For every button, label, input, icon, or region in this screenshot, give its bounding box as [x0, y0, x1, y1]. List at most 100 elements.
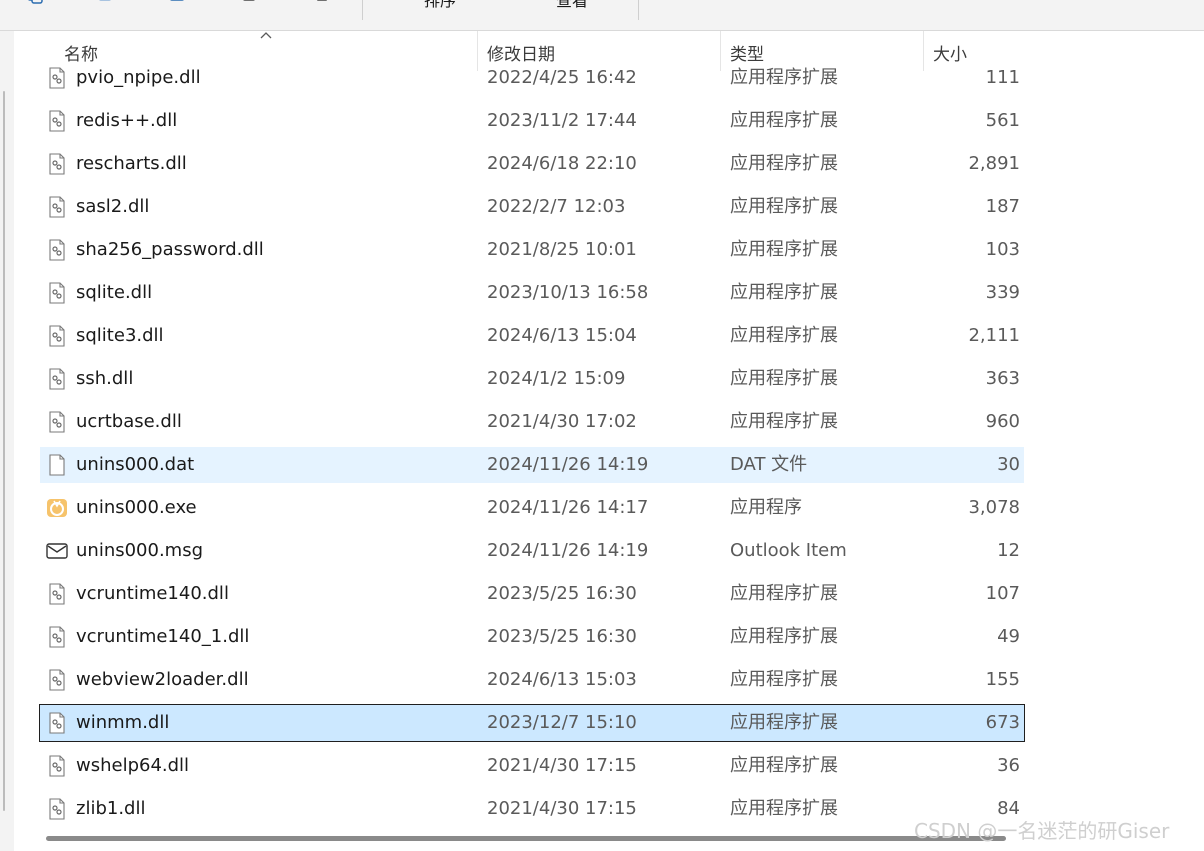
- sort-arrows-icon[interactable]: [392, 0, 410, 6]
- file-row[interactable]: ssh.dll 2024/1/2 15:09 应用程序扩展 363: [40, 361, 1024, 397]
- dll-file-icon: [46, 583, 68, 605]
- pane-splitter[interactable]: [3, 91, 5, 811]
- view-button[interactable]: 查看: [556, 0, 588, 10]
- file-row[interactable]: sasl2.dll 2022/2/7 12:03 应用程序扩展 187: [40, 189, 1024, 225]
- file-row[interactable]: wshelp64.dll 2021/4/30 17:15 应用程序扩展 36: [40, 748, 1024, 784]
- modified-date: 2023/5/25 16:30: [487, 583, 637, 604]
- file-name: sha256_password.dll: [76, 239, 264, 260]
- file-size: 84: [997, 798, 1020, 819]
- file-row[interactable]: zlib1.dll 2021/4/30 17:15 应用程序扩展 84: [40, 791, 1024, 827]
- file-size: 49: [997, 626, 1020, 647]
- rename-icon[interactable]: [168, 0, 186, 6]
- sort-ascending-icon: [260, 32, 272, 39]
- dll-file-icon: [46, 153, 68, 175]
- file-type: 应用程序: [730, 497, 802, 518]
- delete-icon[interactable]: [313, 0, 331, 6]
- file-size: 339: [985, 282, 1020, 303]
- file-name: vcruntime140_1.dll: [76, 626, 250, 647]
- share-icon[interactable]: [240, 0, 258, 6]
- modified-date: 2022/4/25 16:42: [487, 67, 637, 88]
- file-type: DAT 文件: [730, 454, 808, 475]
- file-row[interactable]: redis++.dll 2023/11/2 17:44 应用程序扩展 561: [40, 103, 1024, 139]
- modified-date: 2021/4/30 17:02: [487, 411, 637, 432]
- file-size: 3,078: [968, 497, 1020, 518]
- modified-date: 2023/10/13 16:58: [487, 282, 649, 303]
- file-size: 2,891: [968, 153, 1020, 174]
- file-row[interactable]: sqlite3.dll 2024/6/13 15:04 应用程序扩展 2,111: [40, 318, 1024, 354]
- dll-file-icon: [46, 110, 68, 132]
- file-row[interactable]: winmm.dll 2023/12/7 15:10 应用程序扩展 673: [39, 704, 1025, 742]
- file-row[interactable]: ucrtbase.dll 2021/4/30 17:02 应用程序扩展 960: [40, 404, 1024, 440]
- horizontal-scrollbar-thumb[interactable]: [46, 836, 1006, 841]
- modified-date: 2024/11/26 14:19: [487, 540, 649, 561]
- file-row[interactable]: vcruntime140_1.dll 2023/5/25 16:30 应用程序扩展 4…: [40, 619, 1024, 655]
- file-name: rescharts.dll: [76, 153, 187, 174]
- file-type: 应用程序扩展: [730, 325, 838, 346]
- file-type: 应用程序扩展: [730, 282, 838, 303]
- modified-date: 2023/11/2 17:44: [487, 110, 637, 131]
- file-size: 107: [985, 583, 1020, 604]
- file-name: ssh.dll: [76, 368, 134, 389]
- file-row[interactable]: webview2loader.dll 2024/6/13 15:03 应用程序扩展 1…: [40, 662, 1024, 698]
- file-row[interactable]: pvio_npipe.dll 2022/4/25 16:42 应用程序扩展 111: [40, 60, 1024, 96]
- file-size: 363: [985, 368, 1020, 389]
- modified-date: 2024/6/18 22:10: [487, 153, 637, 174]
- installer-app-icon: [46, 497, 68, 519]
- dll-file-icon: [46, 411, 68, 433]
- file-row[interactable]: sha256_password.dll 2021/8/25 10:01 应用程序扩展…: [40, 232, 1024, 268]
- modified-date: 2024/1/2 15:09: [487, 368, 626, 389]
- file-type: 应用程序扩展: [730, 110, 838, 131]
- file-name: sqlite.dll: [76, 282, 153, 303]
- sort-button[interactable]: 排序: [424, 0, 456, 10]
- navigation-pane-edge: [0, 31, 14, 851]
- dll-file-icon: [46, 669, 68, 691]
- file-size: 30: [997, 454, 1020, 475]
- file-type: 应用程序扩展: [730, 67, 838, 88]
- file-row[interactable]: rescharts.dll 2024/6/18 22:10 应用程序扩展 2,891: [40, 146, 1024, 182]
- file-type: 应用程序扩展: [730, 153, 838, 174]
- file-size: 561: [985, 110, 1020, 131]
- file-size: 155: [985, 669, 1020, 690]
- file-row[interactable]: unins000.exe 2024/11/26 14:17 应用程序 3,078: [40, 490, 1024, 526]
- file-type: 应用程序扩展: [730, 583, 838, 604]
- modified-date: 2024/6/13 15:04: [487, 325, 637, 346]
- view-icon[interactable]: [522, 0, 540, 6]
- mail-envelope-icon: [46, 540, 68, 562]
- file-type: 应用程序扩展: [730, 368, 838, 389]
- modified-date: 2024/11/26 14:19: [487, 454, 649, 475]
- copy-icon[interactable]: [26, 0, 44, 6]
- dll-file-icon: [46, 798, 68, 820]
- file-list: 名称 修改日期 类型 大小 pvio_npipe.dll 2022/4/25 16…: [14, 31, 1050, 843]
- file-type: 应用程序扩展: [730, 196, 838, 217]
- blank-file-icon: [46, 454, 68, 476]
- file-row[interactable]: unins000.dat 2024/11/26 14:19 DAT 文件 30: [40, 447, 1024, 483]
- file-row[interactable]: vcruntime140.dll 2023/5/25 16:30 应用程序扩展 107: [40, 576, 1024, 612]
- dll-file-icon: [46, 368, 68, 390]
- file-name: sasl2.dll: [76, 196, 150, 217]
- empty-area: [1050, 31, 1204, 851]
- toolbar-separator: [638, 0, 639, 20]
- file-size: 12: [997, 540, 1020, 561]
- command-bar: 排序 查看: [0, 0, 1204, 31]
- dll-file-icon: [46, 239, 68, 261]
- watermark: CSDN @一名迷茫的研Giser: [914, 819, 1170, 843]
- modified-date: 2024/6/13 15:03: [487, 669, 637, 690]
- file-type: 应用程序扩展: [730, 669, 838, 690]
- file-type: 应用程序扩展: [730, 798, 838, 819]
- file-name: unins000.exe: [76, 497, 197, 518]
- file-name: unins000.dat: [76, 454, 195, 475]
- modified-date: 2023/12/7 15:10: [487, 712, 637, 733]
- modified-date: 2023/5/25 16:30: [487, 626, 637, 647]
- file-size: 111: [985, 67, 1020, 88]
- file-name: wshelp64.dll: [76, 755, 190, 776]
- file-name: redis++.dll: [76, 110, 178, 131]
- file-row[interactable]: sqlite.dll 2023/10/13 16:58 应用程序扩展 339: [40, 275, 1024, 311]
- file-row[interactable]: unins000.msg 2024/11/26 14:19 Outlook Item…: [40, 533, 1024, 569]
- dll-file-icon: [46, 325, 68, 347]
- paste-icon[interactable]: [96, 0, 114, 6]
- modified-date: 2021/4/30 17:15: [487, 798, 637, 819]
- file-name: sqlite3.dll: [76, 325, 164, 346]
- file-name: winmm.dll: [76, 712, 170, 733]
- file-type: 应用程序扩展: [730, 755, 838, 776]
- dll-file-icon: [46, 626, 68, 648]
